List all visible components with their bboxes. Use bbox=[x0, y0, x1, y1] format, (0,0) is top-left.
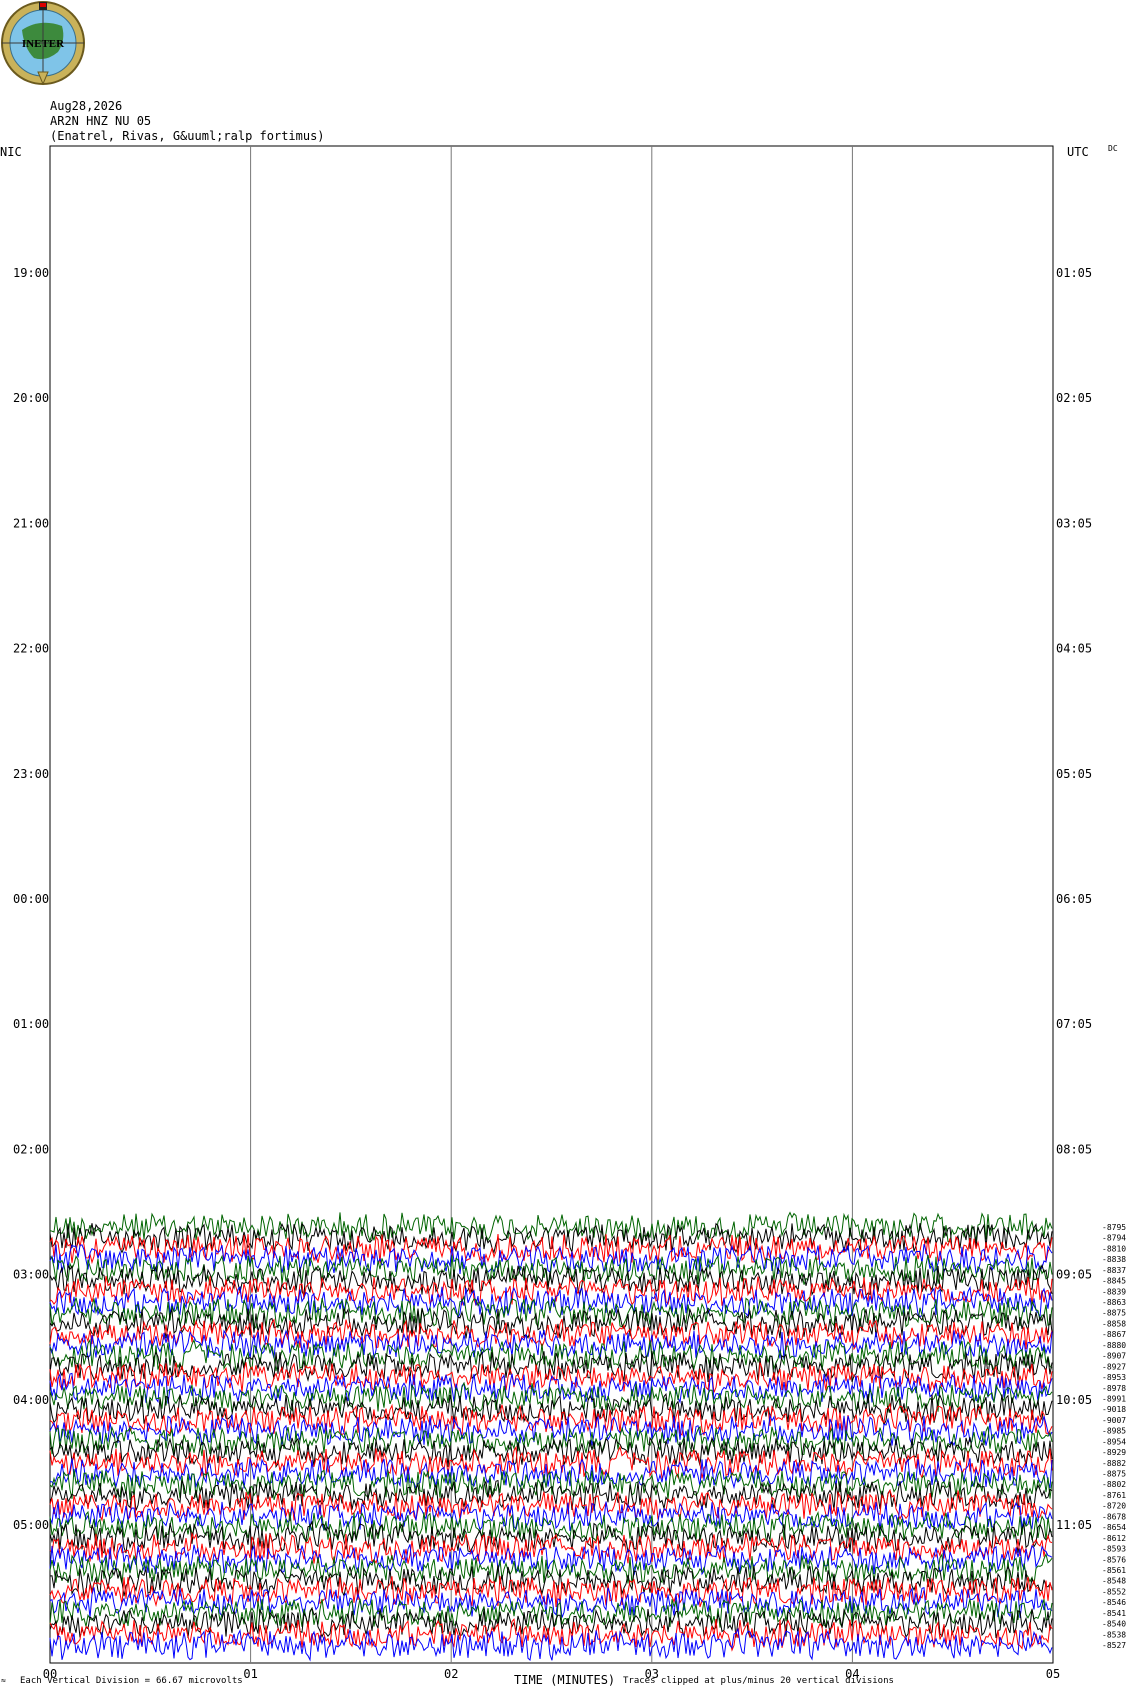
left-time-label: 05:00 bbox=[13, 1518, 49, 1532]
left-time-label: 23:00 bbox=[13, 767, 49, 781]
left-time-label: 01:00 bbox=[13, 1017, 49, 1031]
trace-offset-label: -8612 bbox=[1102, 1534, 1126, 1543]
x-tick-label: 05 bbox=[1046, 1667, 1060, 1681]
trace-offset-label: -8858 bbox=[1102, 1319, 1126, 1328]
right-time-label: 02:05 bbox=[1056, 391, 1092, 405]
trace-offset-label: -8546 bbox=[1102, 1598, 1126, 1607]
vertical-division-label: Each Vertical Division = bbox=[20, 1676, 151, 1686]
trace-offset-label: -8837 bbox=[1102, 1266, 1126, 1275]
seismic-trace bbox=[49, 1520, 1053, 1554]
trace-offset-label: -8678 bbox=[1102, 1512, 1126, 1521]
right-time-label: 09:05 bbox=[1056, 1268, 1092, 1282]
helicorder-plot: 00 01 02 03 04 0519:0020:0021:0022:0023:0000:… bbox=[13, 145, 1126, 1681]
trace-offset-label: -8593 bbox=[1102, 1545, 1126, 1554]
trace-offset-label: -8875 bbox=[1102, 1470, 1126, 1479]
seismic-trace bbox=[49, 1362, 1053, 1393]
left-time-label: 21:00 bbox=[13, 516, 49, 530]
right-time-label: 01:05 bbox=[1056, 266, 1092, 280]
right-time-label: 08:05 bbox=[1056, 1142, 1092, 1156]
right-time-label: 04:05 bbox=[1056, 642, 1092, 656]
trace-offset-label: -8985 bbox=[1102, 1427, 1126, 1436]
trace-offset-label: -8880 bbox=[1102, 1341, 1126, 1350]
trace-offset-label: -8882 bbox=[1102, 1459, 1126, 1468]
right-time-label: 10:05 bbox=[1056, 1393, 1092, 1407]
right-time-label: 05:05 bbox=[1056, 767, 1092, 781]
trace-offset-label: -8978 bbox=[1102, 1384, 1126, 1393]
trace-offset-label: -8720 bbox=[1102, 1502, 1126, 1511]
left-time-label: 22:00 bbox=[13, 642, 49, 656]
left-time-label: 02:00 bbox=[13, 1142, 49, 1156]
trace-offset-label: -8540 bbox=[1102, 1620, 1126, 1629]
seismic-trace bbox=[49, 1425, 1053, 1458]
trace-offset-label: -8541 bbox=[1102, 1609, 1126, 1618]
right-time-label: 06:05 bbox=[1056, 892, 1092, 906]
seismic-trace bbox=[49, 1234, 1053, 1265]
trace-offset-label: -8927 bbox=[1102, 1362, 1126, 1371]
seismic-trace bbox=[49, 1351, 1053, 1383]
right-time-label: 11:05 bbox=[1056, 1518, 1092, 1532]
trace-offset-label: -8538 bbox=[1102, 1630, 1126, 1639]
trace-offset-label: -8838 bbox=[1102, 1255, 1126, 1264]
trace-offset-label: -8867 bbox=[1102, 1330, 1126, 1339]
left-time-label: 04:00 bbox=[13, 1393, 49, 1407]
trace-offset-label: -8795 bbox=[1102, 1223, 1126, 1232]
trace-offset-label: -8810 bbox=[1102, 1244, 1126, 1253]
trace-offset-label: -9018 bbox=[1102, 1405, 1126, 1414]
x-tick-label: 01 bbox=[243, 1667, 257, 1681]
left-time-label: 20:00 bbox=[13, 391, 49, 405]
trace-offset-label: -8761 bbox=[1102, 1491, 1126, 1500]
trace-offset-label: -8527 bbox=[1102, 1641, 1126, 1650]
x-axis-title: TIME (MINUTES) bbox=[514, 1673, 616, 1687]
seismic-trace bbox=[49, 1565, 1053, 1598]
trace-offset-label: -8953 bbox=[1102, 1373, 1126, 1382]
trace-offset-label: -8907 bbox=[1102, 1352, 1126, 1361]
trace-offset-label: -8954 bbox=[1102, 1437, 1126, 1446]
left-time-label: 03:00 bbox=[13, 1268, 49, 1282]
x-tick-label: 02 bbox=[444, 1667, 458, 1681]
seismic-trace bbox=[49, 1598, 1053, 1630]
seismic-trace bbox=[49, 1338, 1053, 1373]
trace-offset-label: -8552 bbox=[1102, 1587, 1126, 1596]
trace-offset-label: -8845 bbox=[1102, 1277, 1126, 1286]
trace-offset-label: -9007 bbox=[1102, 1416, 1126, 1425]
trace-offset-label: -8802 bbox=[1102, 1480, 1126, 1489]
trace-offset-label: -8839 bbox=[1102, 1287, 1126, 1296]
trace-offset-label: -8794 bbox=[1102, 1234, 1126, 1243]
trace-offset-label: -8576 bbox=[1102, 1555, 1126, 1564]
trace-offset-label: -8863 bbox=[1102, 1298, 1126, 1307]
left-time-label: 19:00 bbox=[13, 266, 49, 280]
right-time-label: 03:05 bbox=[1056, 516, 1092, 530]
right-time-label: 07:05 bbox=[1056, 1017, 1092, 1031]
trace-offset-label: -8991 bbox=[1102, 1394, 1126, 1403]
left-time-label: 00:00 bbox=[13, 892, 49, 906]
trace-offset-label: -8561 bbox=[1102, 1566, 1126, 1575]
clip-note: Traces clipped at plus/minus 20 vertical… bbox=[623, 1676, 894, 1686]
trace-offset-label: -8875 bbox=[1102, 1309, 1126, 1318]
footer-mark: ≈ bbox=[1, 1676, 6, 1685]
trace-offset-label: -8654 bbox=[1102, 1523, 1126, 1532]
trace-offset-label: -8929 bbox=[1102, 1448, 1126, 1457]
vertical-division-value: 66.67 microvolts bbox=[156, 1676, 243, 1686]
trace-offset-label: -8548 bbox=[1102, 1577, 1126, 1586]
